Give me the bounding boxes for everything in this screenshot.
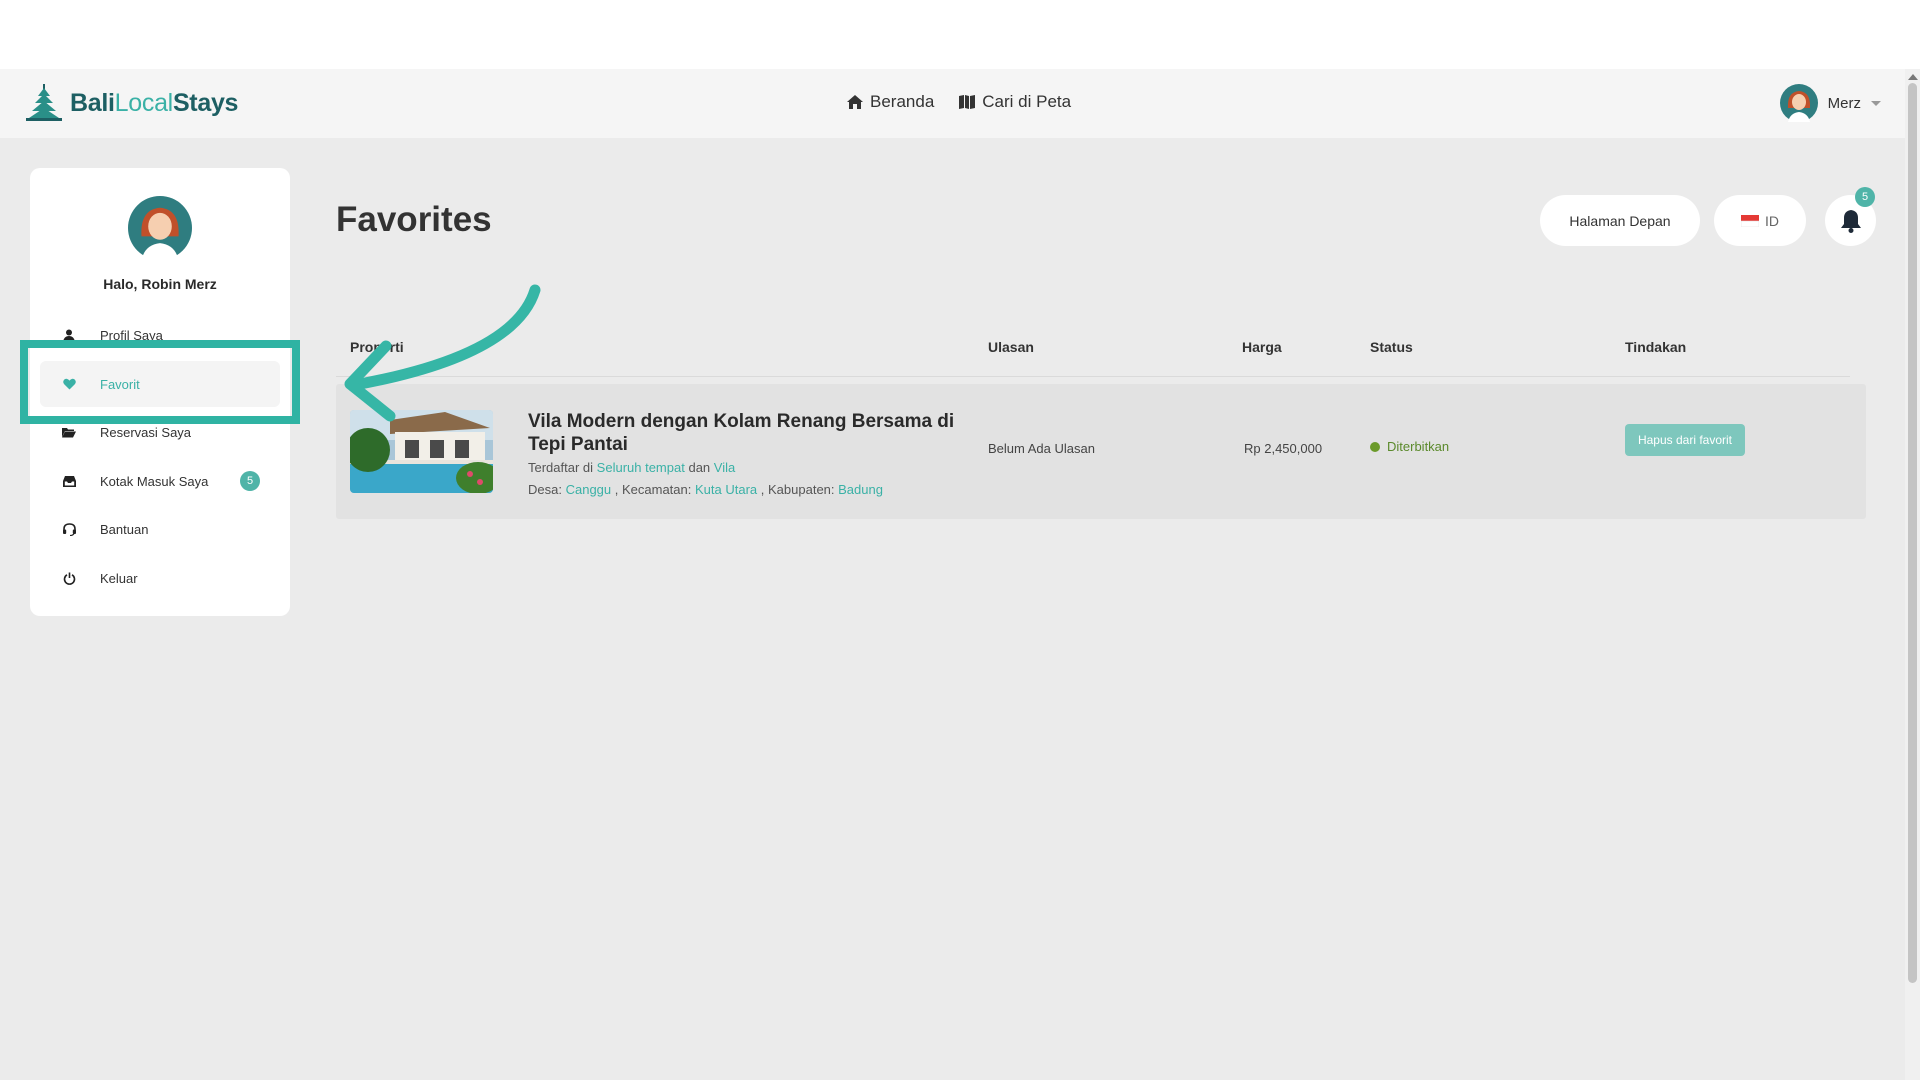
- sidebar-item-kotak-masuk[interactable]: Kotak Masuk Saya 5: [40, 458, 280, 504]
- avatar: [1779, 84, 1818, 122]
- temple-logo-icon: [26, 84, 62, 121]
- language-label: ID: [1765, 212, 1779, 229]
- sidebar-avatar: [128, 196, 192, 265]
- chevron-down-icon: [1871, 100, 1881, 106]
- kabupaten-link[interactable]: Badung: [838, 482, 883, 497]
- sidebar-item-label: Keluar: [100, 570, 138, 586]
- kabupaten-label: , Kabupaten:: [760, 482, 835, 497]
- page-title: Favorites: [336, 200, 492, 239]
- col-header-tindakan: Tindakan: [1625, 339, 1687, 355]
- sidebar-item-label: Kotak Masuk Saya: [100, 473, 209, 489]
- logo-text-local: Local: [114, 88, 174, 117]
- price-value: Rp 2,450,000: [1244, 441, 1323, 456]
- sidebar-item-bantuan[interactable]: Bantuan: [40, 506, 280, 552]
- annotation-arrow-icon: [344, 284, 541, 422]
- listed-type-link[interactable]: Vila: [714, 460, 735, 475]
- main-nav: Beranda Cari di Peta: [846, 92, 1071, 112]
- nav-beranda-label: Beranda: [870, 92, 935, 111]
- home-icon: [847, 95, 863, 109]
- user-menu[interactable]: Merz: [1779, 84, 1881, 122]
- status-dot-icon: [1370, 441, 1380, 452]
- scroll-thumb[interactable]: [1908, 83, 1917, 983]
- remove-favorite-button[interactable]: Hapus dari favorit: [1625, 424, 1745, 456]
- power-icon: [58, 572, 80, 585]
- notification-count-badge: 5: [1855, 187, 1875, 207]
- halaman-depan-button[interactable]: Halaman Depan: [1540, 195, 1700, 246]
- status-label: Diterbitkan: [1387, 439, 1450, 454]
- nav-beranda[interactable]: Beranda: [846, 92, 934, 112]
- logo-text-stays: Stays: [172, 88, 239, 117]
- col-header-ulasan: Ulasan: [988, 339, 1034, 355]
- bell-icon: [1840, 209, 1861, 233]
- nav-cari-di-peta[interactable]: Cari di Peta: [958, 92, 1071, 112]
- listed-join: dan: [688, 460, 711, 475]
- table-row: Vila Modern dengan Kolam Renang Bersama …: [336, 384, 1866, 519]
- property-listed-line: Terdaftar di Seluruh tempat dan Vila: [528, 460, 735, 475]
- table-header-divider: [336, 376, 1850, 377]
- folder-icon: [58, 427, 80, 438]
- site-logo[interactable]: BaliLocalStays: [24, 84, 238, 122]
- desa-label: Desa:: [528, 482, 562, 497]
- col-header-status: Status: [1370, 339, 1413, 355]
- sidebar-greeting: Halo, Robin Merz: [103, 276, 217, 292]
- listed-place-link[interactable]: Seluruh tempat: [597, 460, 685, 475]
- language-selector[interactable]: ID: [1714, 195, 1806, 246]
- avatar: [128, 196, 192, 260]
- listed-prefix: Terdaftar di: [528, 460, 594, 475]
- favorit-highlight-box: [20, 340, 300, 424]
- sidebar-item-keluar[interactable]: Keluar: [40, 555, 280, 601]
- browser-top-area: [0, 0, 1920, 69]
- kecamatan-label: , Kecamatan:: [614, 482, 692, 497]
- logo-text-bali: Bali: [70, 88, 115, 117]
- scroll-up-icon[interactable]: [1908, 74, 1918, 80]
- property-title-link[interactable]: Vila Modern dengan Kolam Renang Bersama …: [528, 410, 968, 456]
- top-navbar: BaliLocalStays Beranda Cari di Peta Merz: [0, 69, 1905, 138]
- nav-cari-label: Cari di Peta: [982, 92, 1072, 111]
- inbox-icon: [58, 475, 80, 487]
- map-icon: [959, 95, 976, 109]
- headset-icon: [58, 522, 80, 536]
- indonesia-flag-icon: [1741, 214, 1759, 227]
- kecamatan-link[interactable]: Kuta Utara: [695, 482, 757, 497]
- status-badge: Diterbitkan: [1370, 439, 1449, 454]
- sidebar-item-label: Bantuan: [100, 521, 149, 537]
- desa-link[interactable]: Canggu: [566, 482, 612, 497]
- inbox-count-badge: 5: [240, 471, 260, 491]
- user-name: Merz: [1827, 94, 1861, 112]
- page-scrollbar[interactable]: [1905, 69, 1920, 1080]
- sidebar-item-label: Reservasi Saya: [100, 424, 192, 440]
- property-location-line: Desa: Canggu , Kecamatan: Kuta Utara , K…: [528, 482, 883, 497]
- review-value: Belum Ada Ulasan: [988, 441, 1095, 456]
- col-header-harga: Harga: [1242, 339, 1282, 355]
- halaman-depan-label: Halaman Depan: [1569, 212, 1671, 229]
